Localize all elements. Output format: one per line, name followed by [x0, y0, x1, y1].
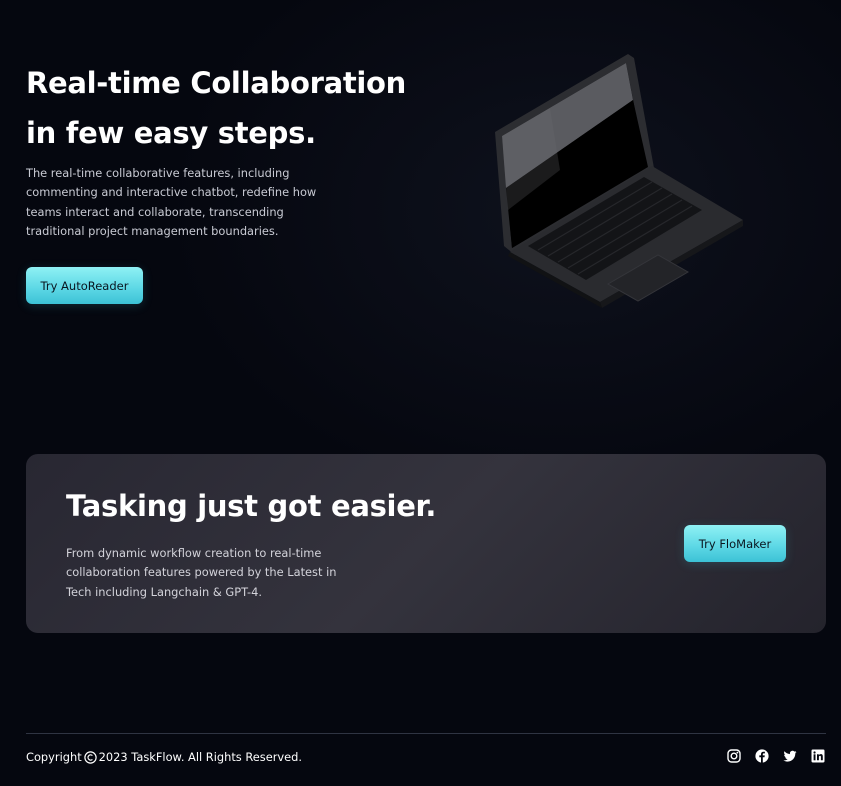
copyright-icon	[83, 750, 97, 764]
footer-divider	[26, 733, 826, 734]
tasking-banner: Tasking just got easier. From dynamic wo…	[26, 454, 826, 633]
try-autoreader-button[interactable]: Try AutoReader	[26, 267, 143, 304]
copyright-text: Copyright 2023 TaskFlow. All Rights Rese…	[26, 748, 302, 766]
facebook-icon[interactable]	[755, 749, 769, 763]
copyright-suffix: 2023 TaskFlow. All Rights Reserved.	[98, 750, 302, 764]
hero-title-line1: Real-time Collaboration	[26, 66, 407, 100]
social-links	[727, 749, 825, 763]
instagram-icon[interactable]	[727, 749, 741, 763]
laptop-image	[490, 50, 750, 310]
banner-description: From dynamic workflow creation to real-t…	[66, 546, 337, 599]
twitter-icon[interactable]	[783, 749, 797, 763]
hero-description: The real-time collaborative features, in…	[26, 166, 317, 239]
hero-section: Real-time Collaboration in few easy step…	[0, 0, 841, 440]
hero-title-line2: in few easy steps.	[26, 116, 316, 150]
banner-title: Tasking just got easier.	[66, 489, 437, 523]
copyright-prefix: Copyright	[26, 750, 82, 764]
linkedin-icon[interactable]	[811, 749, 825, 763]
hero-title: Real-time Collaboration in few easy step…	[26, 58, 446, 158]
try-flomaker-button[interactable]: Try FloMaker	[684, 525, 786, 562]
